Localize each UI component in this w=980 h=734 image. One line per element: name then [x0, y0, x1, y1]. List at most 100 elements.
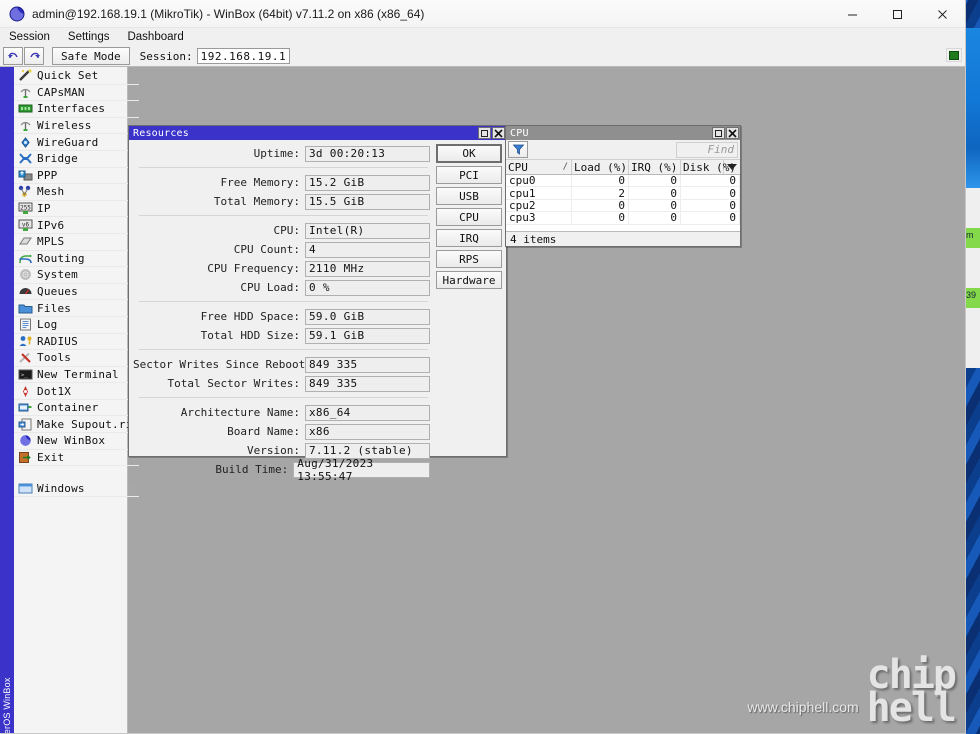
- maximize-icon[interactable]: [478, 127, 491, 139]
- field-value[interactable]: Intel(R): [305, 222, 430, 239]
- session-input[interactable]: 192.168.19.1: [196, 48, 291, 64]
- sidebar-item-log[interactable]: Log: [14, 317, 140, 334]
- sidebar-item-tools[interactable]: Tools: [14, 350, 140, 367]
- redo-icon[interactable]: [24, 47, 44, 65]
- close-icon[interactable]: [726, 127, 739, 139]
- close-icon[interactable]: [492, 127, 505, 139]
- maximize-icon[interactable]: [875, 0, 920, 28]
- sidebar-item-system[interactable]: System: [14, 267, 140, 284]
- field-value[interactable]: 59.0 GiB: [305, 308, 430, 325]
- sidebar-item-new-winbox[interactable]: New WinBox: [14, 433, 140, 450]
- table-row[interactable]: cpu0 0 0 0: [506, 174, 740, 188]
- sidebar-item-ppp[interactable]: PPP: [14, 168, 140, 185]
- sidebar-item-routing[interactable]: Routing: [14, 251, 140, 268]
- column-header-label: Load (%): [574, 160, 627, 174]
- sidebar-item-queues[interactable]: Queues: [14, 284, 140, 301]
- cpu-window-titlebar[interactable]: CPU: [506, 126, 740, 140]
- field-value[interactable]: 15.5 GiB: [305, 193, 430, 210]
- field-value[interactable]: 3d 00:20:13: [305, 145, 430, 162]
- table-row[interactable]: cpu1 2 0 0: [506, 187, 740, 200]
- sidebar-item-interfaces[interactable]: Interfaces: [14, 101, 140, 118]
- sidebar-item-container[interactable]: Container: [14, 400, 140, 417]
- cpu-table: CPU / Load (%) IRQ (%) Disk (%) cpu0 0 0…: [506, 160, 740, 231]
- close-icon[interactable]: [920, 0, 965, 28]
- cell-disk: 0: [681, 174, 740, 187]
- minimize-icon[interactable]: [830, 0, 875, 28]
- undo-icon[interactable]: [3, 47, 23, 65]
- table-row[interactable]: cpu3 0 0 0: [506, 211, 740, 225]
- sidebar-item-wireless[interactable]: Wireless: [14, 118, 140, 135]
- column-header-cpu[interactable]: CPU /: [506, 160, 572, 174]
- hardware-button[interactable]: Hardware: [436, 271, 502, 289]
- cell-load: 2: [572, 187, 629, 200]
- column-header-irq[interactable]: IRQ (%): [629, 160, 681, 174]
- rps-button[interactable]: RPS: [436, 250, 502, 268]
- cell-load: 0: [572, 211, 629, 224]
- menu-item-session[interactable]: Session: [9, 30, 59, 44]
- maximize-icon[interactable]: [712, 127, 725, 139]
- sidebar-item-ipv6[interactable]: v6 IPv6: [14, 217, 140, 234]
- tools-icon: [17, 351, 34, 365]
- field-value[interactable]: 15.2 GiB: [305, 174, 430, 191]
- cell-load: 0: [572, 174, 629, 187]
- sidebar-item-label: Tools: [37, 351, 72, 365]
- table-row[interactable]: cpu2 0 0 0: [506, 199, 740, 213]
- chevron-right-icon: [129, 483, 135, 492]
- field-value[interactable]: 59.1 GiB: [305, 327, 430, 344]
- column-header-disk[interactable]: Disk (%): [681, 160, 736, 174]
- background-window-white-panel: [966, 188, 980, 368]
- cpu-button[interactable]: CPU: [436, 208, 502, 226]
- field-cpu-count: CPU Count: 4: [133, 240, 430, 259]
- sidebar: RouterOS WinBox Quick Set CAPsMAN Interf…: [0, 67, 140, 733]
- sidebar-item-label: Exit: [37, 450, 65, 464]
- antenna-icon: [17, 119, 34, 133]
- ok-button[interactable]: OK: [436, 144, 502, 163]
- column-header-load[interactable]: Load (%): [572, 160, 629, 174]
- sidebar-item-wireguard[interactable]: WireGuard: [14, 134, 140, 151]
- sidebar-item-quick-set[interactable]: Quick Set: [14, 68, 140, 85]
- background-green-badge-2: 39: [966, 288, 980, 308]
- terminal-icon: >_: [17, 367, 34, 381]
- safe-mode-button[interactable]: Safe Mode: [52, 47, 130, 65]
- log-icon: [17, 318, 34, 332]
- sidebar-item-bridge[interactable]: Bridge: [14, 151, 140, 168]
- resources-window-titlebar[interactable]: Resources: [129, 126, 506, 140]
- sidebar-item-mpls[interactable]: MPLS: [14, 234, 140, 251]
- find-input[interactable]: Find: [676, 141, 738, 158]
- column-menu-icon[interactable]: [724, 160, 740, 174]
- svg-text:255: 255: [20, 204, 31, 211]
- field-value[interactable]: 849 335: [305, 375, 430, 392]
- field-uptime: Uptime: 3d 00:20:13: [133, 144, 430, 163]
- funnel-icon[interactable]: [508, 141, 528, 158]
- sidebar-item-files[interactable]: Files: [14, 300, 140, 317]
- sidebar-item-new-terminal[interactable]: >_ New Terminal: [14, 367, 140, 384]
- field-cpu-load: CPU Load: 0 %: [133, 278, 430, 297]
- container-icon: [17, 401, 34, 415]
- field-value[interactable]: 4: [305, 241, 430, 258]
- irq-button[interactable]: IRQ: [436, 229, 502, 247]
- usb-button[interactable]: USB: [436, 187, 502, 205]
- sidebar-item-make-supout-rif[interactable]: Make Supout.rif: [14, 416, 140, 434]
- sidebar-item-radius[interactable]: RADIUS: [14, 334, 140, 351]
- menu-item-dashboard[interactable]: Dashboard: [127, 30, 192, 44]
- menu-item-settings[interactable]: Settings: [68, 30, 119, 44]
- field-value[interactable]: x86: [305, 423, 430, 440]
- field-value[interactable]: 0 %: [305, 279, 430, 296]
- sidebar-item-capsman[interactable]: CAPsMAN: [14, 85, 140, 102]
- cpu-status-bar: 4 items: [506, 231, 740, 246]
- field-value[interactable]: 2110 MHz: [305, 260, 430, 277]
- field-value[interactable]: x86_64: [305, 404, 430, 421]
- sidebar-item-label: Quick Set: [37, 69, 99, 83]
- field-value[interactable]: Aug/31/2023 13:55:47: [293, 457, 430, 483]
- pci-button[interactable]: PCI: [436, 166, 502, 184]
- field-value[interactable]: 849 335: [305, 356, 430, 373]
- sidebar-item-label: Files: [37, 301, 72, 315]
- winbox-main-window: admin@192.168.19.1 (MikroTik) - WinBox (…: [0, 0, 966, 734]
- sidebar-item-dot1x[interactable]: Dot1X: [14, 383, 140, 400]
- sidebar-item-exit[interactable]: Exit: [14, 450, 140, 467]
- field-label: Board Name:: [227, 425, 300, 438]
- sidebar-item-ip[interactable]: 255 IP: [14, 201, 140, 218]
- sidebar-item-windows[interactable]: Windows: [14, 480, 140, 497]
- field-total-hdd-size: Total HDD Size: 59.1 GiB: [133, 326, 430, 345]
- sidebar-item-mesh[interactable]: Mesh: [14, 184, 140, 201]
